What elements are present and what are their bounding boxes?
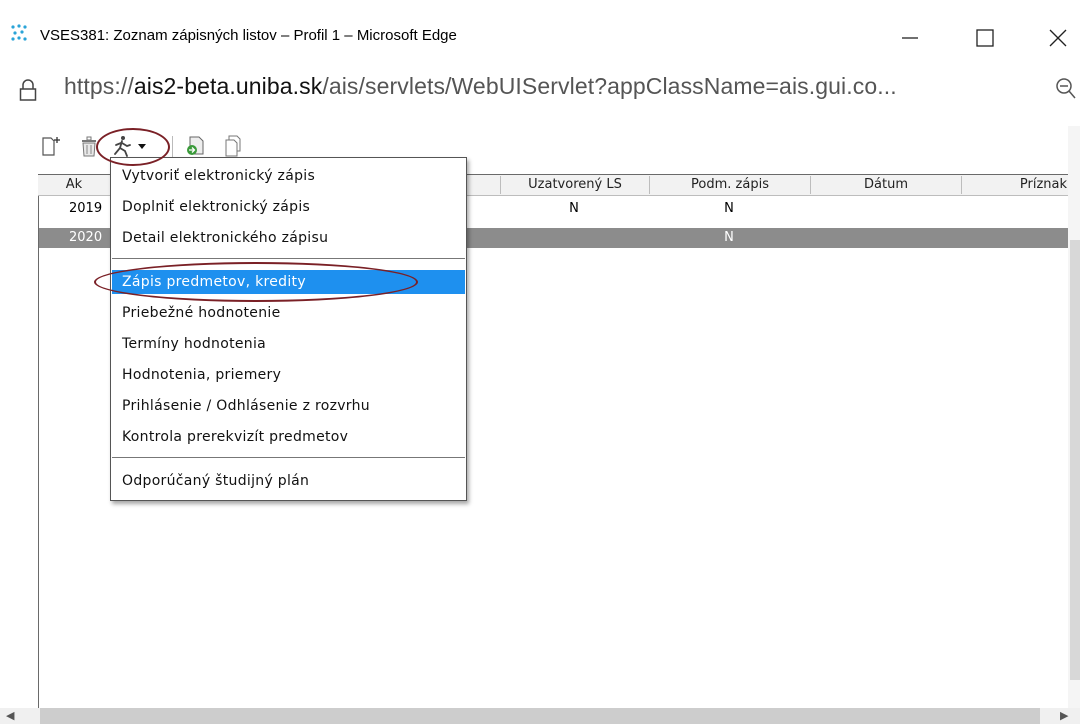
menu-item-priebezne-hodnotenie[interactable]: Priebežné hodnotenie: [112, 301, 465, 325]
cell-podm: N: [724, 230, 734, 245]
column-header-ak[interactable]: Ak: [39, 176, 109, 194]
menu-item-kontrola-prerekvizit[interactable]: Kontrola prerekvizít predmetov: [112, 425, 465, 449]
new-document-icon[interactable]: [40, 134, 62, 158]
menu-item-detail-elektronickeho-zapisu[interactable]: Detail elektronického zápisu: [112, 226, 465, 250]
action-menu: Vytvoriť elektronický zápis Doplniť elek…: [110, 157, 467, 501]
column-header-datum[interactable]: Dátum: [810, 176, 961, 194]
cell-uzatvoreny: N: [569, 201, 579, 216]
menu-separator: [112, 457, 465, 458]
column-header-priznak[interactable]: Príznak: [961, 176, 1071, 194]
menu-item-hodnotenia-priemery[interactable]: Hodnotenia, priemery: [112, 363, 465, 387]
horizontal-scroll-thumb[interactable]: [40, 708, 1040, 724]
scroll-left-icon[interactable]: ◀: [6, 709, 14, 722]
minimize-button[interactable]: [890, 18, 934, 54]
column-header-podm-zapis[interactable]: Podm. zápis: [649, 176, 810, 194]
url-domain: ais2-beta.uniba.sk: [133, 73, 323, 99]
cell-year: 2020: [69, 230, 103, 245]
vertical-scroll-thumb[interactable]: [1070, 240, 1080, 680]
lock-icon: [18, 78, 38, 102]
maximize-button[interactable]: [965, 18, 1009, 54]
url-field[interactable]: https://ais2-beta.uniba.sk/ais/servlets/…: [64, 73, 897, 100]
app-icon: [10, 24, 28, 42]
menu-item-odporucany-studijny-plan[interactable]: Odporúčaný študijný plán: [112, 469, 465, 493]
export-icon[interactable]: [184, 134, 206, 158]
annotation-oval-action: [96, 128, 170, 166]
menu-item-vytvorit-elektronicky-zapis[interactable]: Vytvoriť elektronický zápis: [112, 164, 465, 188]
column-header-uzatvoreny-ls[interactable]: Uzatvorený LS: [500, 176, 649, 194]
cell-podm: N: [724, 201, 734, 216]
menu-item-terminy-hodnotenia[interactable]: Termíny hodnotenia: [112, 332, 465, 356]
menu-separator: [112, 258, 465, 259]
window-title: VSES381: Zoznam zápisných listov – Profi…: [40, 27, 457, 44]
close-button[interactable]: [1040, 18, 1080, 54]
copy-icon[interactable]: [222, 134, 244, 158]
cell-uzatvoreny: [500, 228, 648, 248]
toolbar-separator: [172, 136, 173, 158]
annotation-oval-menu-item: [94, 262, 418, 302]
url-path: /ais/servlets/WebUIServlet?appClassName=…: [322, 73, 897, 99]
url-prefix: https://: [64, 73, 134, 99]
menu-item-prihlasenie-odhlasenie[interactable]: Prihlásenie / Odhlásenie z rozvrhu: [112, 394, 465, 418]
cell-year: 2019: [69, 201, 103, 216]
zoom-out-icon[interactable]: [1054, 76, 1078, 102]
scroll-right-icon[interactable]: ▶: [1060, 709, 1068, 722]
menu-item-doplnit-elektronicky-zapis[interactable]: Doplniť elektronický zápis: [112, 195, 465, 219]
